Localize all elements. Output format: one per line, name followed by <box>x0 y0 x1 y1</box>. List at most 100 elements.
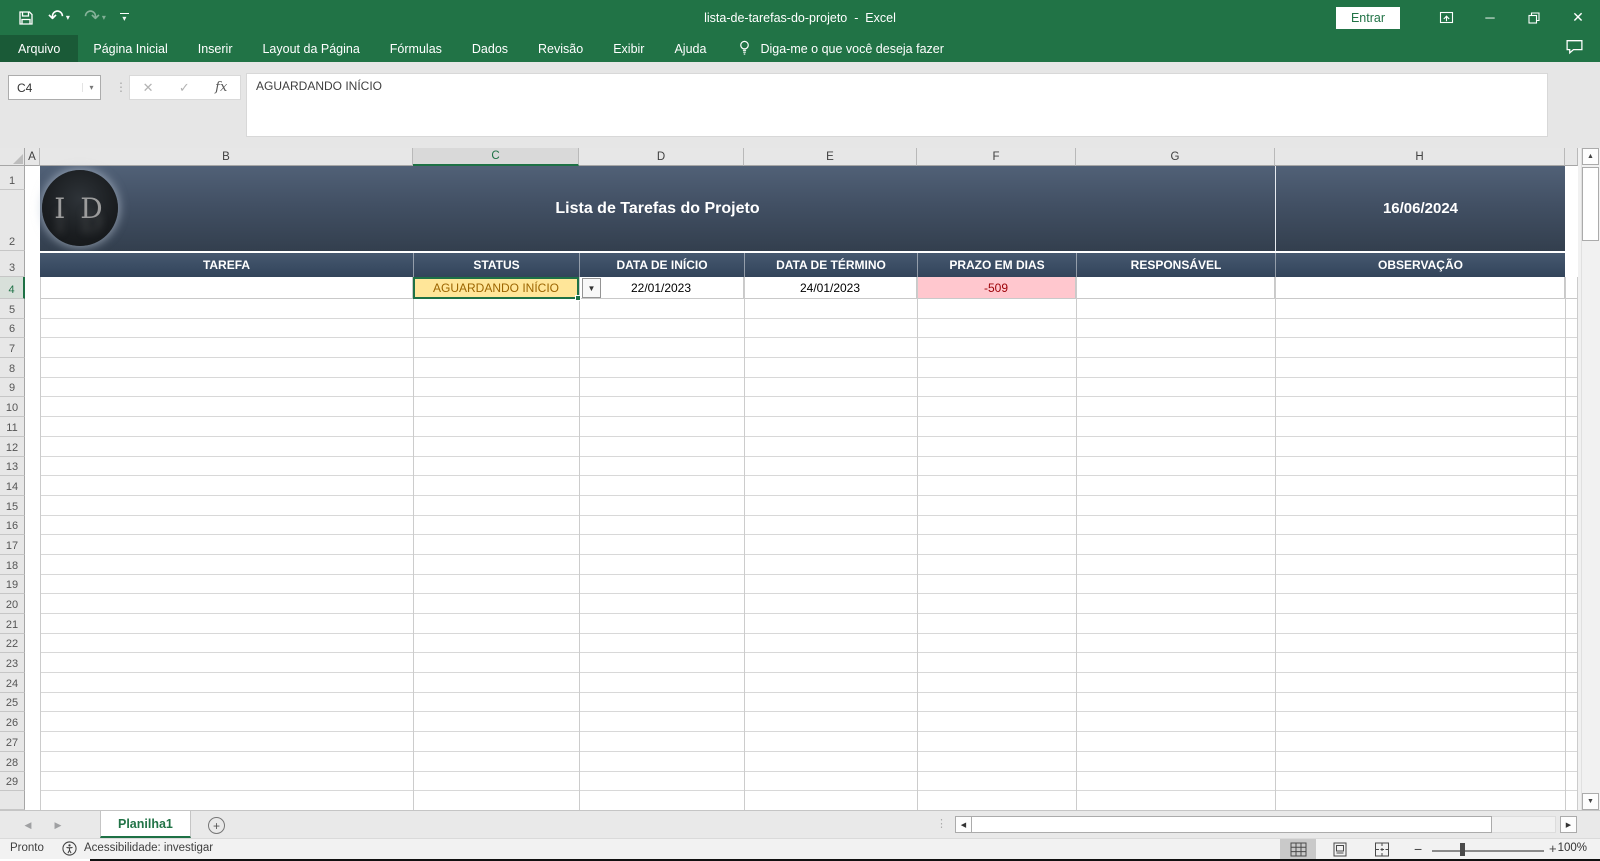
scroll-up-icon[interactable]: ▲ <box>1582 148 1599 165</box>
row-header-1[interactable]: 1 <box>0 166 25 190</box>
tell-me-box[interactable]: Diga-me o que você deseja fazer <box>737 35 944 62</box>
grid-row-22[interactable] <box>40 634 1578 654</box>
table-header-responsável[interactable]: RESPONSÁVEL <box>1076 253 1275 277</box>
cell-e4-data-termino[interactable]: 24/01/2023 <box>744 277 917 299</box>
sign-in-button[interactable]: Entrar <box>1335 6 1400 29</box>
row-header-24[interactable]: 24 <box>0 673 25 693</box>
ribbon-tab-arquivo[interactable]: Arquivo <box>0 35 79 62</box>
undo-icon[interactable]: ↶ ▾ <box>48 8 70 27</box>
cell-h4-observacao[interactable] <box>1275 277 1565 299</box>
row-header-26[interactable]: 26 <box>0 712 25 733</box>
zoom-out-icon[interactable]: − <box>1414 841 1422 857</box>
cell-c4-status[interactable]: AGUARDANDO INÍCIO <box>413 277 581 301</box>
grid-row-6[interactable] <box>40 319 1578 339</box>
scroll-left-icon[interactable]: ◀ <box>955 816 972 833</box>
grid-row-12[interactable] <box>40 437 1578 457</box>
row-header-19[interactable]: 19 <box>0 574 25 595</box>
grid-row-11[interactable] <box>40 417 1578 437</box>
grid-row-13[interactable] <box>40 457 1578 477</box>
normal-view-icon[interactable] <box>1280 839 1316 859</box>
table-header-data-de-início[interactable]: DATA DE INÍCIO <box>579 253 744 277</box>
row-header-22[interactable]: 22 <box>0 633 25 654</box>
row-header-18[interactable]: 18 <box>0 554 25 575</box>
data-validation-dropdown-icon[interactable]: ▼ <box>582 278 601 298</box>
minimize-button[interactable]: ─ <box>1468 0 1512 35</box>
column-header-f[interactable]: F <box>917 148 1076 166</box>
column-header-g[interactable]: G <box>1076 148 1275 166</box>
column-header-d[interactable]: D <box>579 148 744 166</box>
customize-quick-access-icon[interactable]: ▾ <box>119 12 129 23</box>
column-header-c[interactable]: C <box>413 148 579 166</box>
grid-row-24[interactable] <box>40 673 1578 693</box>
grid-row-25[interactable] <box>40 693 1578 713</box>
column-header-b[interactable]: B <box>40 148 413 166</box>
cell-b4-tarefa[interactable] <box>40 277 413 299</box>
comments-icon[interactable] <box>1565 38 1584 60</box>
ribbon-tab-fórmulas[interactable]: Fórmulas <box>375 35 457 62</box>
accessibility-icon[interactable] <box>62 841 77 859</box>
scrollbar-resize-handle[interactable]: ⋮ <box>936 817 947 830</box>
previous-sheet-icon[interactable]: ◀ <box>18 811 38 839</box>
page-break-view-icon[interactable] <box>1364 839 1400 859</box>
sheet-tab-planilha1[interactable]: Planilha1 <box>100 811 191 838</box>
grid-row-17[interactable] <box>40 535 1578 555</box>
close-button[interactable]: ✕ <box>1556 0 1600 35</box>
save-icon[interactable] <box>18 10 34 26</box>
grid-row-19[interactable] <box>40 575 1578 595</box>
row-header-5[interactable]: 5 <box>0 299 25 319</box>
row-header-2[interactable]: 2 <box>0 190 25 251</box>
restore-button[interactable] <box>1512 0 1556 35</box>
row-header-20[interactable]: 20 <box>0 594 25 614</box>
row-header-partial[interactable] <box>0 791 25 810</box>
row-header-4[interactable]: 4 <box>0 277 25 299</box>
column-header-e[interactable]: E <box>744 148 917 166</box>
ribbon-tab-inserir[interactable]: Inserir <box>183 35 248 62</box>
row-header-11[interactable]: 11 <box>0 417 25 437</box>
grid-row-26[interactable] <box>40 712 1578 733</box>
vertical-scrollbar-thumb[interactable] <box>1582 167 1599 241</box>
page-layout-view-icon[interactable] <box>1322 839 1358 859</box>
grid-row-9[interactable] <box>40 378 1578 398</box>
zoom-in-icon[interactable]: + <box>1549 841 1557 856</box>
ribbon-tab-layout-da-página[interactable]: Layout da Página <box>247 35 374 62</box>
name-box[interactable]: C4 ▾ <box>8 75 101 100</box>
formula-bar-drag-handle[interactable]: ⋮ <box>115 80 127 94</box>
banner-date-cell[interactable]: 16/06/2024 <box>1276 166 1565 251</box>
name-box-dropdown-icon[interactable]: ▾ <box>82 83 100 92</box>
cell-g4-responsavel[interactable] <box>1076 277 1275 299</box>
row-header-29[interactable]: 29 <box>0 771 25 792</box>
row-header-8[interactable]: 8 <box>0 358 25 378</box>
worksheet[interactable]: Lista de Tarefas do Projeto 16/06/2024 I… <box>25 166 1578 810</box>
ribbon-tab-dados[interactable]: Dados <box>457 35 523 62</box>
column-header-partial[interactable] <box>1565 148 1578 166</box>
row-header-21[interactable]: 21 <box>0 614 25 634</box>
table-header-observação[interactable]: OBSERVAÇÃO <box>1275 253 1565 277</box>
grid-row-21[interactable] <box>40 614 1578 634</box>
grid-row-5[interactable] <box>40 299 1578 319</box>
column-header-a[interactable]: A <box>25 148 40 166</box>
cell-d4-data-inicio[interactable]: 22/01/2023 <box>579 277 744 299</box>
table-header-data-de-término[interactable]: DATA DE TÉRMINO <box>744 253 917 277</box>
next-sheet-icon[interactable]: ▶ <box>48 811 68 839</box>
zoom-level[interactable]: 100% <box>1558 842 1587 854</box>
row-header-15[interactable]: 15 <box>0 495 25 516</box>
table-header-tarefa[interactable]: TAREFA <box>40 253 413 277</box>
grid-row-8[interactable] <box>40 358 1578 378</box>
grid-row-7[interactable] <box>40 338 1578 359</box>
ribbon-display-options-icon[interactable] <box>1424 0 1468 35</box>
row-header-27[interactable]: 27 <box>0 732 25 752</box>
row-header-9[interactable]: 9 <box>0 377 25 398</box>
horizontal-scrollbar[interactable]: ◀ <box>955 816 1556 833</box>
ribbon-tab-revisão[interactable]: Revisão <box>523 35 598 62</box>
row-header-23[interactable]: 23 <box>0 653 25 674</box>
row-header-25[interactable]: 25 <box>0 692 25 713</box>
grid-row-15[interactable] <box>40 496 1578 516</box>
select-all-corner[interactable] <box>0 148 25 166</box>
grid-row-20[interactable] <box>40 594 1578 614</box>
row-header-3[interactable]: 3 <box>0 251 25 277</box>
formula-input[interactable]: AGUARDANDO INÍCIO <box>246 73 1548 137</box>
zoom-slider-track[interactable] <box>1432 850 1544 852</box>
row-header-10[interactable]: 10 <box>0 397 25 418</box>
fill-handle[interactable] <box>575 295 581 301</box>
row-header-7[interactable]: 7 <box>0 338 25 359</box>
